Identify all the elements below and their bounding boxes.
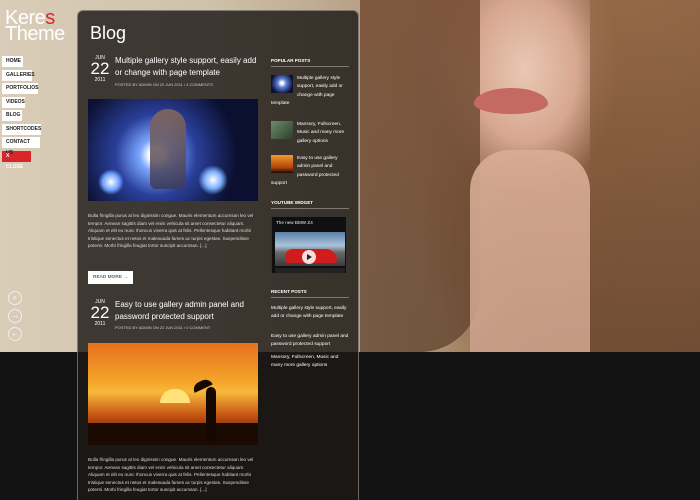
nav-item-contact-us[interactable]: CONTACT US [2,137,40,156]
post-image[interactable] [88,343,258,445]
stage-light [98,169,124,195]
recent-post-link[interactable]: Easy to use gallery admin panel and pass… [271,333,349,350]
stage-light [198,165,228,195]
video-title: The new BMW Z4 [276,220,313,225]
nav-item-home[interactable]: HOME [2,56,23,67]
video-control-bar[interactable] [275,268,345,273]
recent-post-link[interactable]: Mansory, Fullscreen, Music and many more… [271,354,349,371]
background-hair-right [590,0,700,352]
post-date: JUN 22 2011 [88,55,112,83]
popular-post-title: Multiple gallery style support, easily a… [297,76,343,98]
prev-arrow-icon[interactable]: ← [8,327,22,341]
recent-posts-title: RECENT POSTS [271,289,349,298]
background-neck [470,150,590,352]
post-meta: POSTED BY ADMIN ON 22 JUN 2011 / 4 COMME… [115,82,213,87]
background-lips [474,88,548,114]
post-date: JUN 22 2011 [88,299,112,327]
zoom-icon[interactable]: ⌕ [8,291,22,305]
nav-item-videos[interactable]: VIDEOS [2,96,25,108]
youtube-player[interactable]: The new BMW Z4 [271,216,347,274]
popular-post-thumb [271,121,293,139]
next-arrow-icon[interactable]: → [8,309,22,323]
nav-item-shortcodes[interactable]: SHORTCODES [2,123,41,135]
post-title[interactable]: Easy to use gallery admin panel and pass… [115,299,260,323]
grass-silhouette [88,423,258,445]
content-panel: Blog JUN 22 2011 Multiple gallery style … [77,10,359,500]
nav-item-portfolios[interactable]: PORTFOLIOS [2,83,39,94]
sunset-sun [160,389,190,403]
post-title[interactable]: Multiple gallery style support, easily a… [115,55,260,79]
popular-post-title-tail: template [271,101,290,106]
recent-post-link[interactable]: Multiple gallery style support, easily a… [271,305,349,322]
nav-item-galleries[interactable]: GALLERIES [2,69,35,81]
dancer-figure [150,109,186,189]
logo-text-2: Theme [5,23,65,45]
nav-close-button[interactable]: X CLOSE [2,150,31,170]
post-excerpt: Bulla fringilla purus at leo dignissim c… [88,457,254,492]
popular-post-thumb [271,155,293,173]
page-title: Blog [90,23,127,43]
girl-silhouette [206,387,216,441]
main-nav: HOME GALLERIES PORTFOLIOS VIDEOS BLOG SH… [2,56,41,170]
background-hair-left [360,0,480,352]
post-meta: POSTED BY ADMIN ON 22 JUN 2011 / 0 COMME… [115,325,211,330]
post-excerpt: Bulla fringilla purus at leo dignissim c… [88,213,254,248]
site-logo[interactable]: Keres Theme [5,8,65,45]
youtube-widget-title: YOUTUBE WIDGET [271,200,349,209]
post-image[interactable] [88,99,258,201]
popular-post-title: Mansory, Fullscreen, Music and many more… [297,122,345,144]
video-thumbnail [275,232,345,266]
popular-post-thumb [271,75,293,93]
popular-post-title: Easy to use gallery admin panel and pass… [297,156,339,178]
nav-item-blog[interactable]: BLOG [2,110,22,121]
post-day: 22 [90,59,110,78]
post-day: 22 [90,303,110,322]
read-more-button[interactable]: READ MORE → [88,271,134,284]
popular-posts-title: POPULAR POSTS [271,58,349,67]
popular-post-title-tail: support [271,181,287,186]
play-icon[interactable] [302,250,316,264]
